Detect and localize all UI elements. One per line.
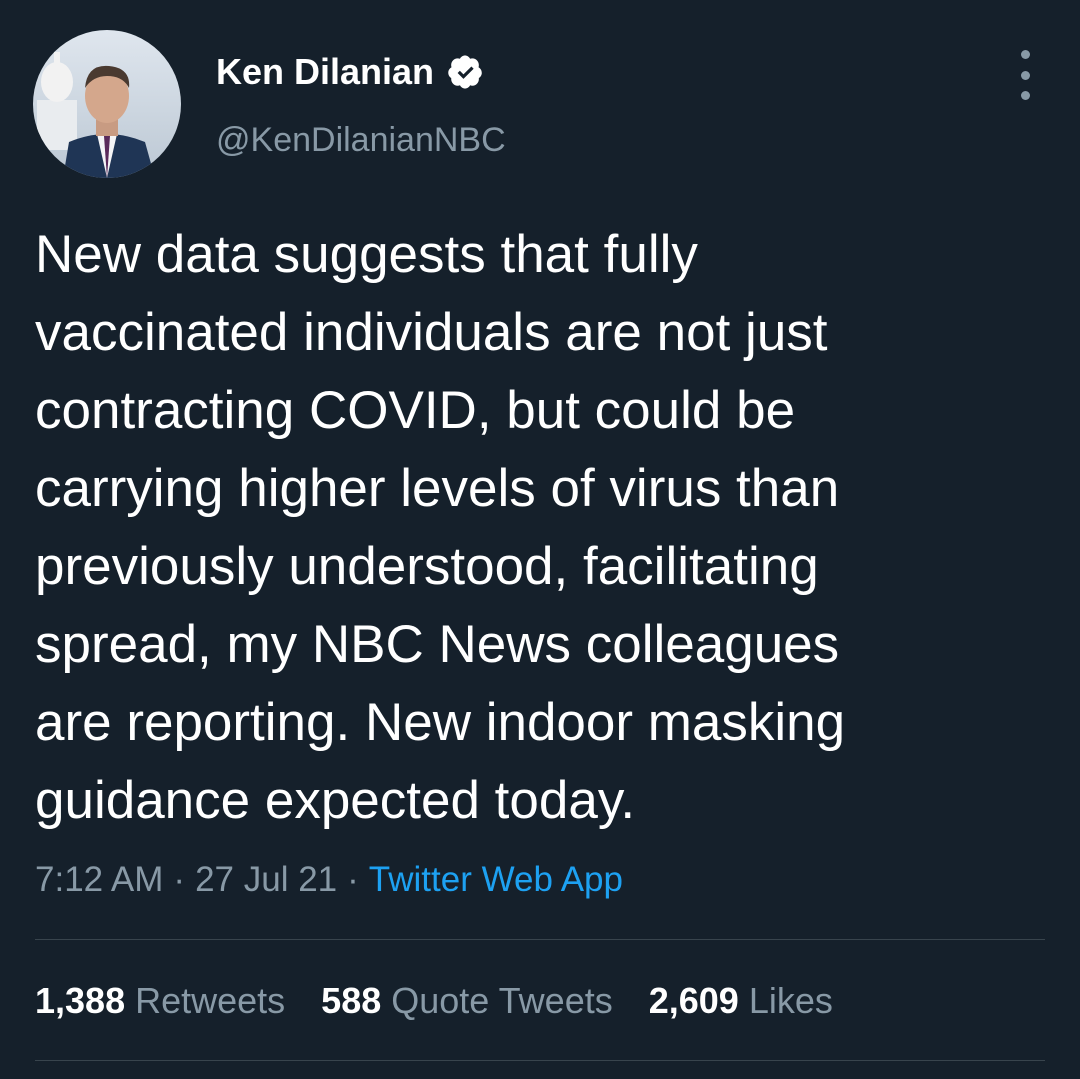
likes-stat[interactable]: 2,609 Likes (649, 977, 833, 1025)
avatar-photo (33, 30, 181, 178)
tweet-meta: 7:12 AM · 27 Jul 21 · Twitter Web App (35, 856, 623, 904)
likes-count: 2,609 (648, 980, 739, 1021)
tweet-time[interactable]: 7:12 AM (35, 860, 163, 899)
meta-separator: · (173, 860, 186, 899)
verified-badge-icon (448, 55, 482, 89)
more-dot (1020, 50, 1030, 59)
divider (35, 1060, 1045, 1061)
more-options-icon[interactable] (1010, 50, 1040, 100)
retweets-label: Retweets (135, 980, 286, 1021)
likes-label: Likes (748, 980, 833, 1021)
quote-tweets-stat[interactable]: 588 Quote Tweets (321, 977, 613, 1025)
tweet-date[interactable]: 27 Jul 21 (195, 860, 337, 899)
more-dot (1020, 91, 1030, 100)
author-handle[interactable]: @KenDilanianNBC (216, 118, 506, 162)
divider (35, 939, 1045, 940)
author-display-name[interactable]: Ken Dilanian (216, 50, 484, 94)
tweet-stats: 1,388 Retweets 588 Quote Tweets 2,609 Likes (35, 977, 869, 1025)
quote-tweets-count: 588 (321, 980, 382, 1021)
meta-separator: · (347, 860, 359, 899)
more-dot (1020, 70, 1030, 80)
retweets-count: 1,388 (35, 980, 126, 1021)
avatar[interactable] (33, 30, 181, 178)
tweet-source-link[interactable]: Twitter Web App (369, 860, 623, 899)
author-name-text: Ken Dilanian (216, 51, 435, 92)
retweets-stat[interactable]: 1,388 Retweets (35, 977, 285, 1025)
tweet-text: New data suggests that fully vaccinated … (35, 225, 846, 830)
quote-tweets-label: Quote Tweets (391, 980, 613, 1021)
